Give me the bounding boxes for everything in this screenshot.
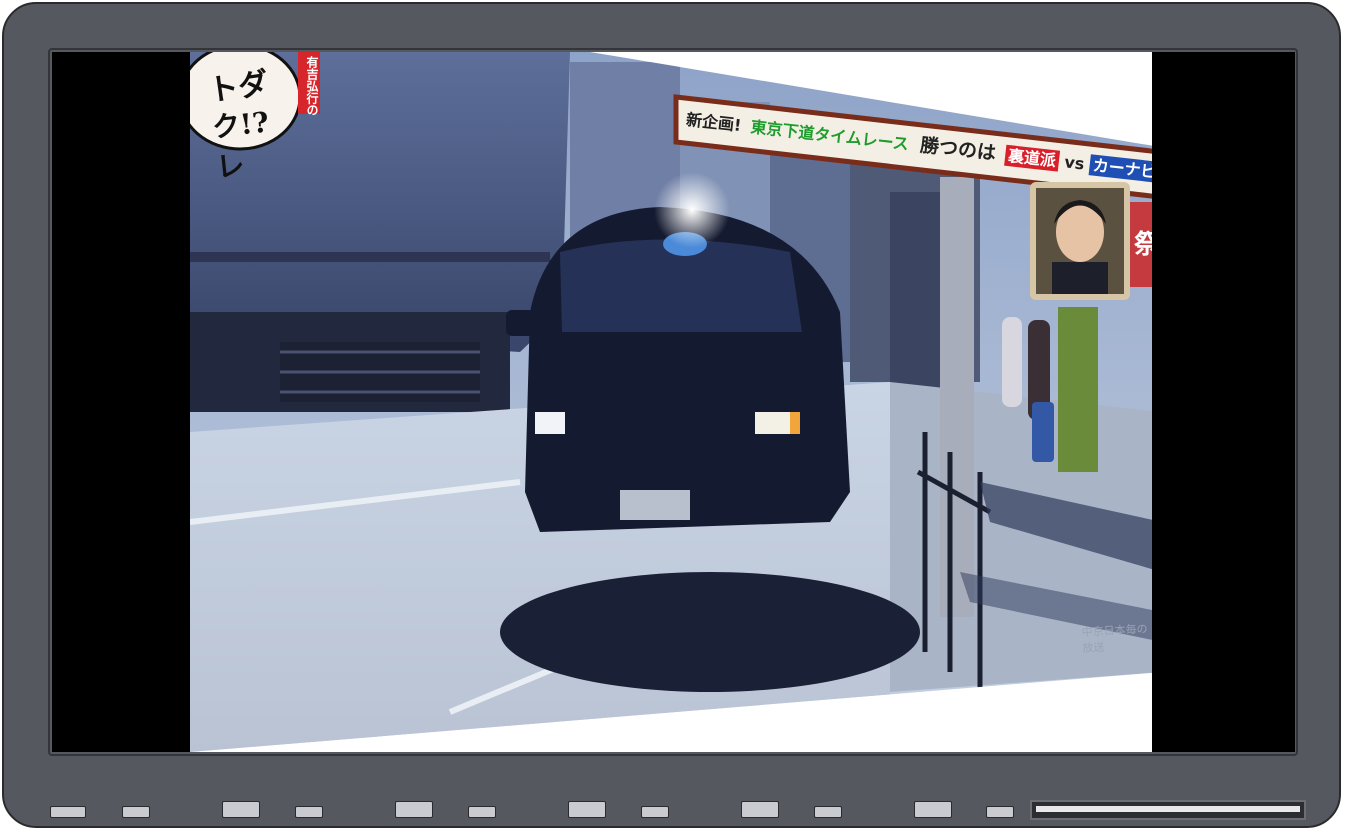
hw-button-1[interactable] (50, 806, 86, 818)
caption-prefix: 新企画! (685, 109, 743, 136)
hw-button-10[interactable] (814, 806, 842, 818)
hw-button-5[interactable] (395, 801, 433, 818)
side-sign-text: 祭 (1134, 230, 1152, 260)
hw-button-6[interactable] (468, 806, 496, 818)
team-a-label: 裏道派 (1004, 144, 1061, 172)
video-screen: トダ ク!?レ 有吉弘行の 新企画! 東京下道タイムレース 勝つのは 裏道派 v… (52, 52, 1295, 752)
hw-button-4[interactable] (295, 806, 323, 818)
hw-button-11[interactable] (914, 801, 952, 818)
hw-button-8[interactable] (641, 806, 669, 818)
disc-slot[interactable] (1030, 800, 1306, 820)
hw-button-2[interactable] (122, 806, 150, 818)
hw-button-3[interactable] (222, 801, 260, 818)
vs-label: vs (1063, 152, 1086, 174)
hw-button-7[interactable] (568, 801, 606, 818)
logo-text: トダ ク!?レ (200, 60, 295, 184)
hw-button-12[interactable] (986, 806, 1014, 818)
broadcaster-watermark: 中京日本毎の放送 (1081, 622, 1148, 655)
logo-line2: ク!?レ (210, 105, 271, 185)
hw-button-9[interactable] (741, 801, 779, 818)
video-frame: トダ ク!?レ 有吉弘行の 新企画! 東京下道タイムレース 勝つのは 裏道派 v… (190, 52, 1152, 752)
logo-tag: 有吉弘行の (305, 56, 319, 116)
